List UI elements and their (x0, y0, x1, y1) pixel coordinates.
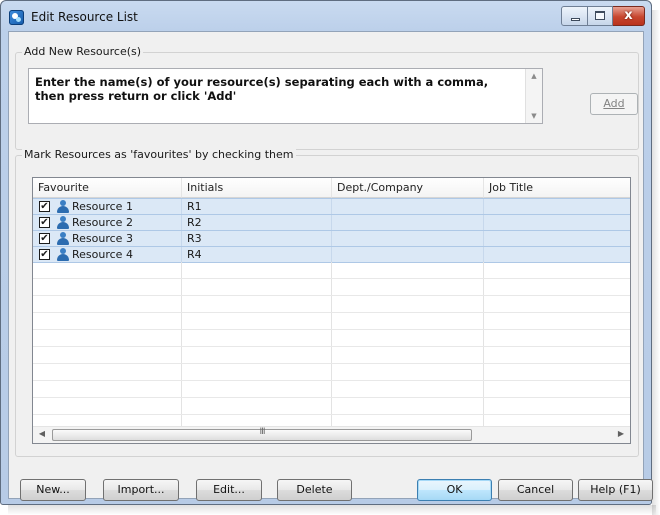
column-header-job-title[interactable]: Job Title (484, 178, 630, 198)
person-icon (56, 247, 70, 262)
favourites-group-label: Mark Resources as 'favourites' by checki… (22, 148, 296, 161)
initials-cell[interactable]: R2 (182, 215, 332, 230)
empty-row (33, 279, 630, 296)
favourite-checkbox[interactable]: ✔ (39, 233, 50, 244)
empty-row (33, 330, 630, 347)
table-row[interactable]: ✔ Resource 1 R1 (33, 198, 630, 215)
resource-app-icon (9, 10, 24, 25)
initials-cell[interactable]: R4 (182, 247, 332, 262)
empty-row (33, 381, 630, 398)
maximize-icon (595, 11, 605, 20)
minimize-icon (571, 18, 580, 21)
new-resources-input[interactable]: Enter the name(s) of your resource(s) se… (28, 68, 543, 124)
resource-name: Resource 2 (72, 216, 133, 229)
import-button[interactable]: Import... (103, 479, 179, 501)
scroll-up-arrow-icon[interactable]: ▲ (526, 72, 542, 80)
title-bar[interactable]: Edit Resource List x (1, 1, 651, 31)
column-header-favourite[interactable]: Favourite (33, 178, 182, 198)
resource-grid[interactable]: Favourite Initials Dept./Company Job Tit… (32, 177, 631, 444)
favourite-cell[interactable]: ✔ Resource 4 (33, 247, 182, 262)
job-title-cell[interactable] (484, 199, 630, 214)
scrollbar-thumb[interactable]: III (52, 427, 472, 441)
scroll-right-arrow-icon[interactable]: ▶ (614, 429, 628, 438)
add-button[interactable]: Add (590, 93, 638, 115)
edit-resource-list-window: Edit Resource List x Add New Resource(s)… (0, 0, 653, 505)
close-icon: x (624, 8, 633, 23)
edit-button[interactable]: Edit... (196, 479, 262, 501)
favourite-checkbox[interactable]: ✔ (39, 249, 50, 260)
new-resources-input-text[interactable]: Enter the name(s) of your resource(s) se… (35, 75, 518, 103)
ok-button[interactable]: OK (417, 479, 492, 501)
scroll-left-arrow-icon[interactable]: ◀ (35, 429, 49, 438)
person-icon (56, 215, 70, 230)
delete-button[interactable]: Delete (277, 479, 352, 501)
table-row[interactable]: ✔ Resource 3 R3 (33, 230, 630, 247)
empty-row (33, 313, 630, 330)
resource-name: Resource 1 (72, 200, 133, 213)
add-resources-group-label: Add New Resource(s) (22, 45, 144, 58)
initials-cell[interactable]: R1 (182, 199, 332, 214)
new-button[interactable]: New... (20, 479, 86, 501)
grid-rows: ✔ Resource 1 R1 ✔ Resource 2 R2 ✔ Resour… (33, 198, 630, 432)
input-vertical-scrollbar[interactable]: ▲ ▼ (525, 69, 542, 123)
help-button[interactable]: Help (F1) (578, 479, 653, 501)
favourite-checkbox[interactable]: ✔ (39, 201, 50, 212)
window-title: Edit Resource List (31, 10, 138, 24)
scrollbar-grip-icon: III (259, 427, 266, 437)
empty-row (33, 262, 630, 279)
dept-cell[interactable] (332, 231, 484, 246)
dept-cell[interactable] (332, 215, 484, 230)
add-resources-group: Add New Resource(s) Enter the name(s) of… (15, 45, 639, 150)
table-row[interactable]: ✔ Resource 4 R4 (33, 246, 630, 263)
resource-name: Resource 4 (72, 248, 133, 261)
dialog-client-area: Add New Resource(s) Enter the name(s) of… (8, 31, 653, 501)
job-title-cell[interactable] (484, 247, 630, 262)
cancel-button[interactable]: Cancel (498, 479, 573, 501)
favourites-group: Mark Resources as 'favourites' by checki… (15, 148, 639, 457)
resource-name: Resource 3 (72, 232, 133, 245)
column-header-initials[interactable]: Initials (182, 178, 332, 198)
empty-row (33, 364, 630, 381)
favourite-cell[interactable]: ✔ Resource 1 (33, 199, 182, 214)
column-header-dept-company[interactable]: Dept./Company (332, 178, 484, 198)
empty-row (33, 398, 630, 415)
favourite-checkbox[interactable]: ✔ (39, 217, 50, 228)
person-icon (56, 199, 70, 214)
job-title-cell[interactable] (484, 231, 630, 246)
person-icon (56, 231, 70, 246)
maximize-button[interactable] (588, 6, 613, 26)
minimize-button[interactable] (561, 6, 588, 26)
favourite-cell[interactable]: ✔ Resource 2 (33, 215, 182, 230)
empty-row (33, 296, 630, 313)
add-button-label: Add (603, 97, 625, 110)
table-row[interactable]: ✔ Resource 2 R2 (33, 214, 630, 231)
job-title-cell[interactable] (484, 215, 630, 230)
scroll-down-arrow-icon[interactable]: ▼ (526, 112, 542, 120)
grid-horizontal-scrollbar[interactable]: ◀ III ▶ (33, 426, 630, 443)
close-button[interactable]: x (613, 6, 645, 26)
dept-cell[interactable] (332, 247, 484, 262)
favourite-cell[interactable]: ✔ Resource 3 (33, 231, 182, 246)
dept-cell[interactable] (332, 199, 484, 214)
initials-cell[interactable]: R3 (182, 231, 332, 246)
empty-row (33, 347, 630, 364)
